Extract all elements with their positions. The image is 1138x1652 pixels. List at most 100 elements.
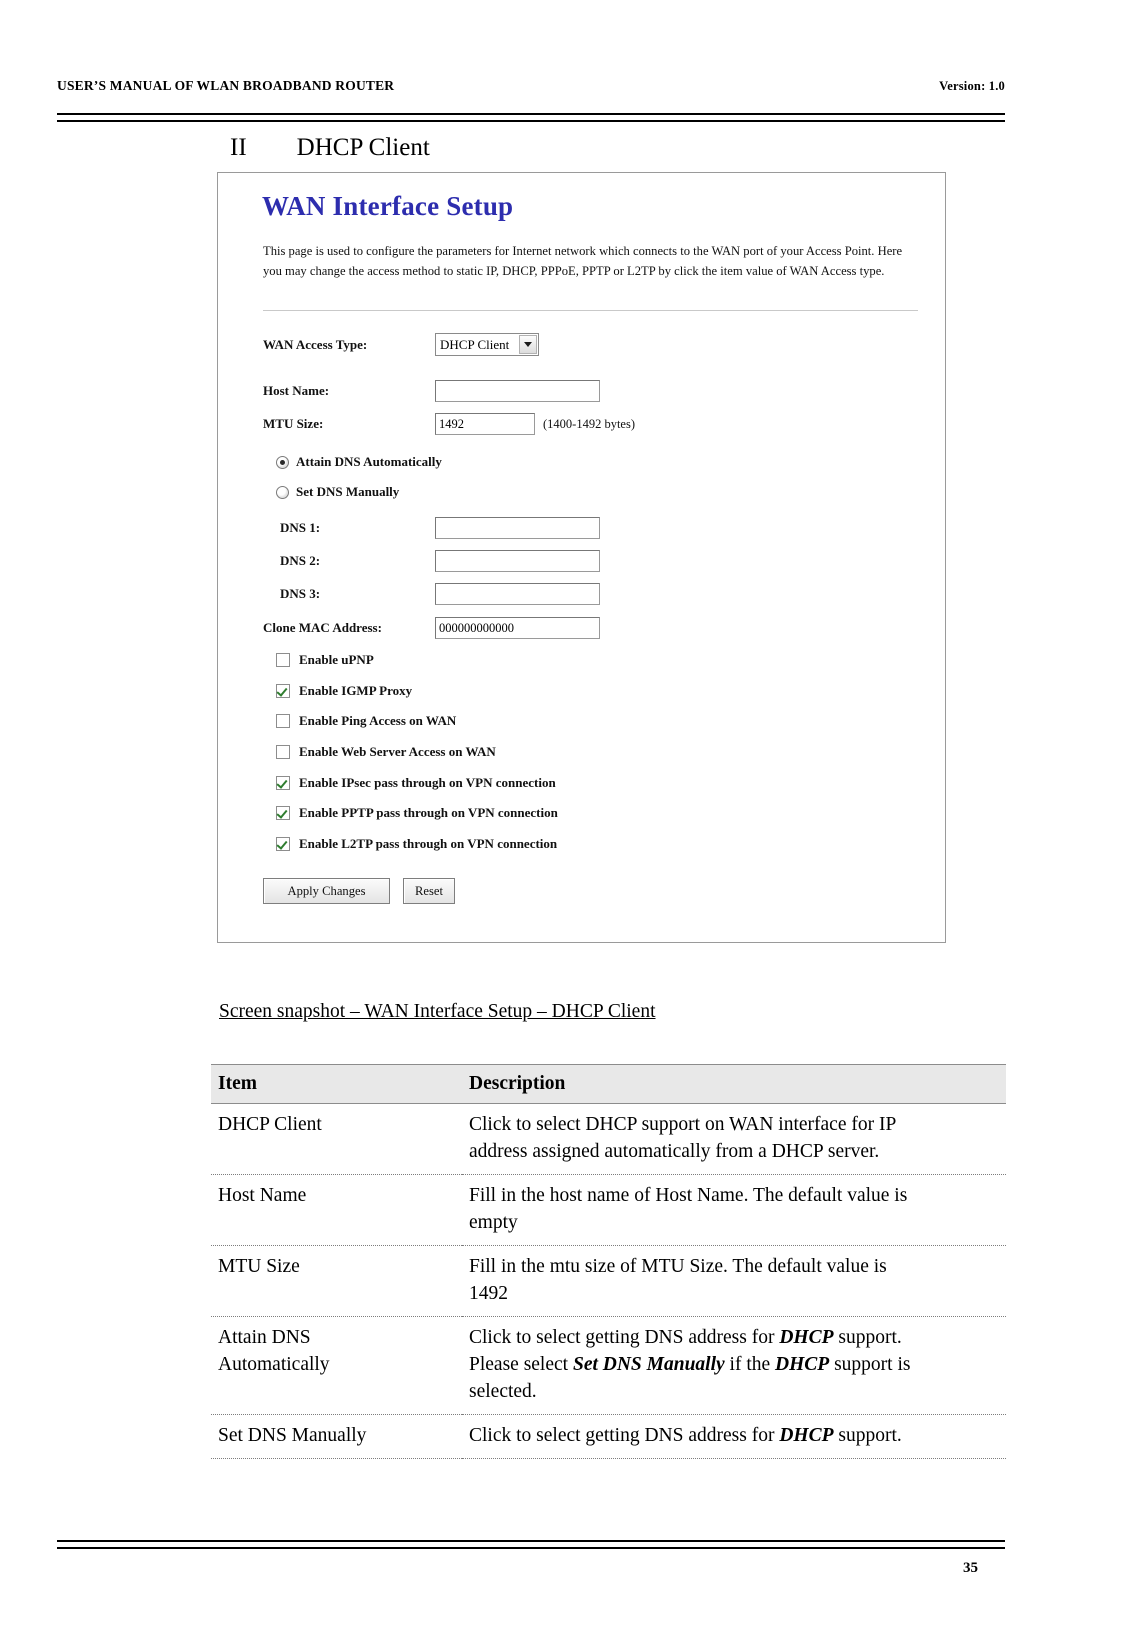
attain-dns-automatically-option[interactable]: Attain DNS Automatically [276,454,442,470]
dns3-input[interactable] [435,583,600,605]
wan-access-type-select[interactable]: DHCP Client [435,333,539,356]
checkbox-icon[interactable] [276,714,290,728]
row-description-line: Fill in the mtu size of MTU Size. The de… [469,1256,887,1277]
header-title: USER’S MANUAL OF WLAN BROADBAND ROUTER [57,78,395,93]
section-heading: DHCP Client [296,134,430,161]
dns1-input[interactable] [435,517,600,539]
radio-set-dns-manually-icon[interactable] [276,485,289,499]
mtu-size-label: MTU Size: [263,416,324,431]
checkbox-label: Enable uPNP [299,652,374,667]
checkbox-enable-pptp-pass-through[interactable]: Enable PPTP pass through on VPN connecti… [276,805,558,821]
column-header-description: Description [462,1064,1006,1104]
section-divider [263,310,918,311]
column-header-item: Item [211,1064,462,1104]
row-description: Click to select getting DNS address for … [462,1414,1006,1459]
screenshot-heading: WAN Interface Setup [262,191,514,221]
row-item: Attain DNS Automatically [211,1316,462,1415]
apply-changes-button[interactable]: Apply Changes [263,878,390,904]
row-description-line: selected. [469,1381,537,1402]
emphasis-dhcp: DHCP [779,1327,834,1348]
checkbox-enable-igmp-proxy[interactable]: Enable IGMP Proxy [276,683,412,699]
checkbox-label: Enable L2TP pass through on VPN connecti… [299,836,558,851]
row-item-line: Attain DNS [218,1327,311,1348]
row-item: Set DNS Manually [211,1414,462,1459]
header-rule [57,113,1005,122]
mtu-size-input[interactable]: 1492 [435,413,535,435]
wan-access-type-label: WAN Access Type: [263,336,368,352]
form-buttons: Apply Changes Reset [263,878,455,904]
checkbox-icon[interactable] [276,684,290,698]
footer-rule [57,1540,1005,1549]
checkbox-label: Enable Web Server Access on WAN [299,744,496,759]
page-title: II DHCP Client [230,134,430,162]
row-description: Fill in the mtu size of MTU Size. The de… [462,1245,1006,1317]
set-dns-manually-option[interactable]: Set DNS Manually [276,484,399,500]
dns1-row: DNS 1: [280,517,600,539]
reset-button[interactable]: Reset [403,878,455,904]
embedded-screenshot: WAN Interface Setup This page is used to… [217,172,946,943]
description-table: Item Description DHCP Client Click to se… [211,1064,1006,1459]
wan-access-type-row: WAN Access Type: DHCP Client [263,333,539,356]
dns1-label: DNS 1: [280,520,321,535]
row-item: MTU Size [211,1245,462,1317]
checkbox-icon[interactable] [276,745,290,759]
clone-mac-address-input[interactable]: 000000000000 [435,617,600,639]
dns3-label: DNS 3: [280,586,321,601]
checkbox-label: Enable Ping Access on WAN [299,713,457,728]
clone-mac-address-label: Clone MAC Address: [263,620,382,635]
row-description: Fill in the host name of Host Name. The … [462,1174,1006,1246]
dns2-input[interactable] [435,550,600,572]
checkbox-icon[interactable] [276,776,290,790]
row-description-line: Fill in the host name of Host Name. The … [469,1185,908,1206]
attain-dns-automatically-label: Attain DNS Automatically [296,454,442,469]
host-name-label: Host Name: [263,383,330,398]
table-header-row: Item Description [211,1064,1006,1104]
wan-access-type-value: DHCP Client [440,336,510,352]
emphasis-dhcp: DHCP [775,1354,830,1375]
document-page: USER’S MANUAL OF WLAN BROADBAND ROUTER V… [0,0,1138,1652]
emphasis-dhcp: DHCP [779,1425,834,1446]
dns2-label: DNS 2: [280,553,321,568]
row-description-line: Please select Set DNS Manually if the DH… [469,1354,911,1375]
dns3-row: DNS 3: [280,583,600,605]
mtu-size-row: MTU Size: 1492 (1400-1492 bytes) [263,413,635,435]
table-row: Attain DNS Automatically Click to select… [211,1316,1006,1415]
row-item: DHCP Client [211,1103,462,1175]
mtu-size-hint: (1400-1492 bytes) [543,416,635,431]
checkbox-enable-ping-access-on-wan[interactable]: Enable Ping Access on WAN [276,713,456,729]
checkbox-icon[interactable] [276,837,290,851]
row-description-line: empty [469,1212,518,1233]
row-description-line: Click to select getting DNS address for … [469,1425,902,1446]
page-number: 35 [963,1560,978,1576]
figure-caption: Screen snapshot – WAN Interface Setup – … [219,1001,656,1022]
host-name-row: Host Name: [263,380,600,402]
checkbox-icon[interactable] [276,806,290,820]
table-row: Set DNS Manually Click to select getting… [211,1414,1006,1459]
checkbox-label: Enable IGMP Proxy [299,683,413,698]
table-row: DHCP Client Click to select DHCP support… [211,1103,1006,1175]
set-dns-manually-label: Set DNS Manually [296,484,400,499]
header-version: Version: 1.0 [939,79,1005,93]
table-row: MTU Size Fill in the mtu size of MTU Siz… [211,1245,1006,1317]
row-description: Click to select getting DNS address for … [462,1316,1006,1415]
checkbox-enable-upnp[interactable]: Enable uPNP [276,652,374,668]
checkbox-label: Enable PPTP pass through on VPN connecti… [299,805,558,820]
row-description-line: Click to select getting DNS address for … [469,1327,902,1348]
emphasis-set-dns-manually: Set DNS Manually [572,1354,725,1375]
row-item: Host Name [211,1174,462,1246]
screenshot-intro-text: This page is used to configure the param… [263,244,903,278]
checkbox-enable-ipsec-pass-through[interactable]: Enable IPsec pass through on VPN connect… [276,775,556,791]
table-row: Host Name Fill in the host name of Host … [211,1174,1006,1246]
row-description-line: address assigned automatically from a DH… [469,1141,880,1162]
running-header: USER’S MANUAL OF WLAN BROADBAND ROUTER V… [57,78,1005,94]
row-item-line: Automatically [218,1354,330,1375]
checkbox-enable-l2tp-pass-through[interactable]: Enable L2TP pass through on VPN connecti… [276,836,557,852]
row-description-line: Click to select DHCP support on WAN inte… [469,1114,897,1135]
checkbox-enable-web-server-access-on-wan[interactable]: Enable Web Server Access on WAN [276,744,496,760]
row-description-line: 1492 [469,1283,508,1304]
radio-attain-dns-automatically-icon[interactable] [276,455,289,469]
checkbox-icon[interactable] [276,653,290,667]
host-name-input[interactable] [435,380,600,402]
chevron-down-icon[interactable] [519,335,537,354]
checkbox-label: Enable IPsec pass through on VPN connect… [299,775,556,790]
